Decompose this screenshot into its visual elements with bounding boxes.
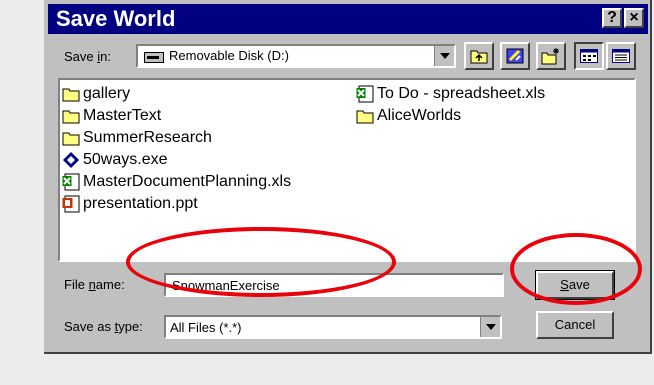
list-item[interactable]: 50ways.exe — [62, 149, 168, 171]
save-as-type-value: All Files (*.*) — [170, 320, 242, 335]
list-item[interactable]: presentation.ppt — [62, 193, 198, 215]
powerpoint-icon — [62, 195, 80, 213]
up-folder-icon — [470, 50, 488, 64]
folder-icon — [62, 88, 80, 102]
file-name-label: File name: — [64, 277, 125, 292]
file-name-input[interactable]: SnowmanExercise — [164, 273, 504, 297]
list-item[interactable]: gallery — [62, 83, 130, 105]
list-item[interactable]: SummerResearch — [62, 127, 212, 149]
help-button[interactable]: ? — [602, 8, 622, 28]
save-button[interactable]: Save — [535, 270, 615, 300]
title-bar[interactable]: Save World ? × — [48, 4, 648, 34]
close-button[interactable]: × — [624, 8, 644, 28]
save-as-type-dropdown[interactable]: All Files (*.*) — [164, 315, 502, 339]
list-item[interactable]: MasterText — [62, 105, 161, 127]
up-folder-button[interactable] — [464, 42, 494, 70]
list-item[interactable]: To Do - spreadsheet.xls — [356, 83, 545, 105]
list-view-icon — [580, 49, 598, 63]
folder-icon — [62, 110, 80, 124]
exe-icon — [63, 152, 79, 168]
list-item[interactable]: MasterDocumentPlanning.xls — [62, 171, 291, 193]
file-list[interactable]: gallery MasterText SummerResearch 50ways… — [58, 78, 636, 262]
save-world-dialog: Save World ? × Save in: Removable Disk (… — [44, 0, 652, 354]
new-folder-icon — [541, 48, 559, 65]
list-view-button[interactable] — [574, 42, 604, 70]
details-view-button[interactable] — [606, 42, 636, 70]
list-item[interactable]: AliceWorlds — [356, 105, 461, 127]
new-folder-button[interactable] — [536, 42, 566, 70]
folder-icon — [62, 132, 80, 146]
drive-icon — [144, 51, 164, 66]
dialog-title: Save World — [56, 6, 176, 31]
save-in-dropdown[interactable]: Removable Disk (D:) — [136, 44, 456, 68]
details-view-icon — [612, 49, 630, 63]
save-in-label: Save in: — [64, 49, 111, 64]
save-in-value: Removable Disk (D:) — [169, 48, 289, 63]
save-as-type-label: Save as type: — [64, 319, 143, 334]
desktop-button[interactable] — [500, 42, 530, 70]
excel-icon — [62, 173, 80, 191]
folder-icon — [356, 110, 374, 124]
chevron-down-icon[interactable] — [434, 46, 454, 66]
cancel-button[interactable]: Cancel — [536, 311, 614, 339]
chevron-down-icon[interactable] — [480, 317, 500, 337]
desktop-icon — [506, 48, 524, 64]
excel-icon — [356, 85, 374, 103]
file-name-value: SnowmanExercise — [172, 278, 280, 293]
